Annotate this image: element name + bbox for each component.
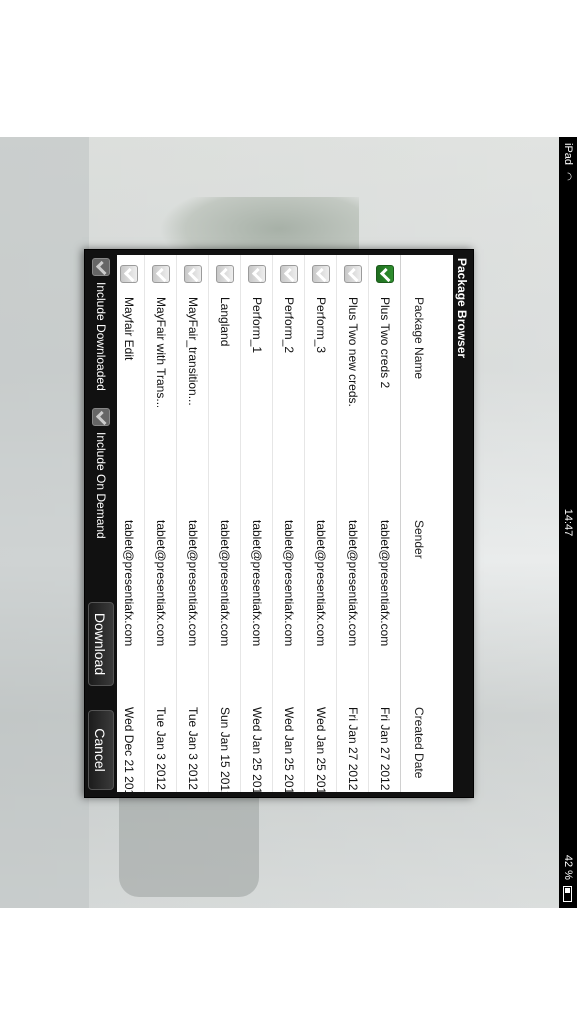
package-sender: tablet@presentiafx.com [154,520,168,647]
package-sender: tablet@presentiafx.com [186,520,200,647]
landscape-stage: iPad ◠ 14:47 42 % Package Browser Packag… [0,137,577,908]
package-name: Perform_3 [314,297,328,354]
package-name: Plus Two new creds... [346,297,360,407]
checkmark-icon [251,267,267,283]
checkmark-icon [95,410,111,426]
package-date: Tue Jan 3 2012 [186,707,200,790]
row-checkbox[interactable] [216,265,235,283]
package-date: Wed Jan 25 2012 [282,707,296,792]
package-sender: tablet@presentiafx.com [218,520,232,647]
download-button[interactable]: Download [88,602,114,686]
package-sender: tablet@presentiafx.com [250,520,264,647]
battery-icon [563,886,573,902]
package-date: Fri Jan 27 2012 [346,707,360,791]
package-date: Tue Jan 3 2012 [154,707,168,790]
package-name: MayFair with Trans... [154,297,168,407]
include-on-demand-checkbox[interactable] [92,408,111,426]
package-name: Langland [218,297,232,347]
package-sender: tablet@presentiafx.com [346,520,360,647]
checkmark-icon [283,267,299,283]
table-row[interactable]: Langland tablet@presentiafx.com Sun Jan … [208,255,240,792]
checkmark-icon [347,267,363,283]
row-checkbox[interactable] [184,265,203,283]
floor-decoration [0,137,89,908]
include-downloaded-checkbox[interactable] [92,258,111,276]
dialog-title: Package Browser [455,258,469,359]
package-name: Perform_1 [250,297,264,354]
column-header-sender: Sender [412,520,426,559]
row-checkbox[interactable] [152,265,171,283]
include-downloaded-label: Include Downloaded [94,282,108,391]
cancel-button[interactable]: Cancel [88,710,114,790]
package-browser-dialog: Package Browser Package Name Sender Crea… [84,249,474,798]
row-checkbox[interactable] [280,265,299,283]
checkmark-icon [379,267,395,283]
checkmark-icon [315,267,331,283]
status-bar: iPad ◠ 14:47 42 % [559,137,577,908]
table-row[interactable]: Perform_1 tablet@presentiafx.com Wed Jan… [240,255,272,792]
table-row[interactable]: Plus Two creds 2 tablet@presentiafx.com … [368,255,400,792]
dialog-footer: Include Downloaded Include On Demand Dow… [85,250,117,797]
table-row[interactable]: Mayfair Edit tablet@presentiafx.com Wed … [117,255,144,792]
checkmark-icon [95,260,111,276]
checkmark-icon [155,267,171,283]
package-date: Sun Jan 15 2012 [218,707,232,792]
table-row[interactable]: Perform_3 tablet@presentiafx.com Wed Jan… [304,255,336,792]
package-name: Plus Two creds 2 [378,297,392,389]
checkmark-icon [219,267,235,283]
row-checkbox[interactable] [120,265,139,283]
package-table: Package Name Sender Created Date Plus Tw… [117,255,453,792]
status-time: 14:47 [562,508,574,537]
table-row[interactable]: Perform_2 tablet@presentiafx.com Wed Jan… [272,255,304,792]
package-sender: tablet@presentiafx.com [282,520,296,647]
table-row[interactable]: MayFair_transition... tablet@presentiafx… [176,255,208,792]
package-date: Wed Jan 25 2012 [250,707,264,792]
package-name: Perform_2 [282,297,296,354]
package-date: Wed Jan 25 2012 [314,707,328,792]
table-row[interactable]: Plus Two new creds... tablet@presentiafx… [336,255,368,792]
row-checkbox[interactable] [344,265,363,283]
checkmark-icon [187,267,203,283]
ipad-screen: iPad ◠ 14:47 42 % Package Browser Packag… [0,137,577,908]
package-date: Fri Jan 27 2012 [378,707,392,791]
table-header: Package Name Sender Created Date [400,255,453,792]
package-sender: tablet@presentiafx.com [314,520,328,647]
package-name: MayFair_transition... [186,297,200,406]
checkmark-icon [123,267,139,283]
column-header-date: Created Date [412,707,426,779]
package-date: Wed Dec 21 2011 [122,707,136,792]
battery-percent: 42 % [562,854,574,880]
row-checkbox[interactable] [312,265,331,283]
include-on-demand-label: Include On Demand [94,432,108,539]
table-row[interactable]: MayFair with Trans... tablet@presentiafx… [144,255,176,792]
package-name: Mayfair Edit [122,297,136,361]
column-header-name: Package Name [412,297,426,380]
row-checkbox[interactable] [248,265,267,283]
row-checkbox[interactable] [376,265,395,283]
battery-status: 42 % [559,855,577,902]
package-sender: tablet@presentiafx.com [122,520,136,647]
package-sender: tablet@presentiafx.com [378,520,392,647]
